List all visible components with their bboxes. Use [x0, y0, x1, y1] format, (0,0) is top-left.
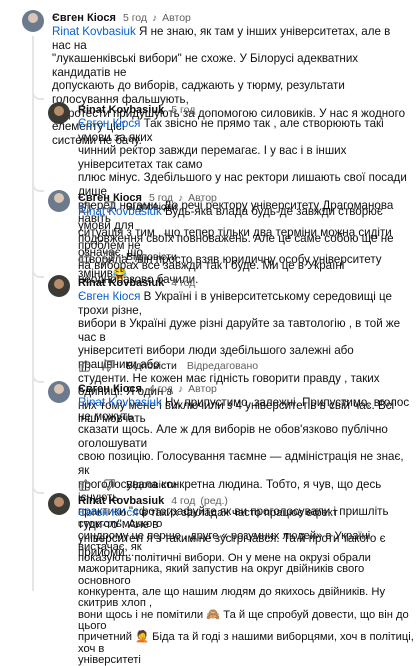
author-badge: Автор — [188, 383, 217, 395]
comment-text-line: сказати щось. Але ж для виборів не обов'… — [78, 423, 388, 450]
comment-time[interactable]: 4 год — [171, 277, 195, 289]
comment-author[interactable]: Rinat Kovbasiuk — [78, 277, 164, 289]
pin-icon: ♪ — [178, 193, 184, 204]
comment-time[interactable]: 5 год — [123, 12, 147, 24]
comment-time[interactable]: 5 год — [149, 192, 173, 204]
avatar[interactable] — [48, 493, 70, 515]
like-icon[interactable] — [78, 478, 92, 492]
comment-text-line: вибори в Україні дуже різні даруйте за т… — [78, 317, 401, 344]
comment-text-line: конкурента, але що нашим людям до якихос… — [78, 586, 386, 610]
dislike-icon[interactable] — [102, 478, 116, 492]
dislike-icon[interactable] — [102, 250, 116, 264]
comment-text-line: допускають до виборів, саджають у тюрму,… — [52, 79, 345, 106]
reply-button[interactable]: Відповісти — [126, 360, 177, 372]
reply-button[interactable]: Відповісти — [126, 479, 177, 491]
like-icon[interactable] — [78, 250, 92, 264]
edited-badge: (ред.) — [200, 495, 228, 507]
mention-link[interactable]: Євген Кіося — [78, 290, 140, 303]
avatar[interactable] — [48, 275, 70, 297]
mention-link[interactable]: Rinat Kovbasiuk — [78, 205, 162, 218]
pin-icon: ♪ — [178, 384, 184, 395]
avatar[interactable] — [22, 10, 44, 32]
like-icon[interactable] — [78, 359, 92, 373]
comment-time[interactable]: 4 год — [149, 383, 173, 395]
thread-branch — [32, 367, 44, 383]
comment-text-line: вони щось і не помітили 🙈 Та й ще спробу… — [78, 608, 409, 632]
comment-text-line: синдрому це перше , друге « розумних люд… — [78, 529, 371, 553]
avatar[interactable] — [48, 102, 70, 124]
comment-text-line: мажоритарника, який запустив на округ дв… — [78, 563, 365, 587]
thread-line — [32, 36, 34, 591]
thread-branch — [32, 176, 44, 192]
author-badge: Автор — [188, 192, 217, 204]
comment-author[interactable]: Rinat Kovbasiuk — [78, 495, 164, 507]
mention-link[interactable]: Rinat Kovbasiuk — [78, 396, 162, 409]
thread-branch — [32, 262, 44, 278]
comment-author[interactable]: Євген Кіося — [52, 12, 116, 24]
comment-text-line: чинний ректор завжди перемагає. І у вас … — [78, 144, 347, 171]
mention-link[interactable]: Євген Кіося — [78, 507, 138, 519]
comment-text-line: свою позицію. Голосування таємне — адмін… — [78, 450, 404, 477]
mention-link[interactable]: Євген Кіося — [78, 117, 140, 130]
avatar[interactable] — [48, 190, 70, 212]
comment-text-line: "лукашенківські вибори" не схоже. У Біло… — [52, 52, 359, 79]
author-badge: Автор — [162, 12, 191, 24]
edited-label: Відредаговано — [186, 360, 259, 372]
thread-branch — [32, 84, 44, 100]
dislike-icon[interactable] — [102, 359, 116, 373]
comment-author[interactable]: Rinat Kovbasiuk — [78, 104, 164, 116]
pin-icon: ♪ — [152, 13, 158, 24]
comment-time[interactable]: 5 год — [171, 104, 195, 116]
comment-text-line: причетний 🤦 Біда та й годі з нашими вибо… — [78, 631, 414, 655]
comment-time[interactable]: 4 год — [171, 495, 195, 507]
comment-text-line: університеті — [78, 653, 141, 666]
comment-author[interactable]: Євген Кіося — [78, 383, 142, 395]
comment-author[interactable]: Євген Кіося — [78, 192, 142, 204]
thread-branch — [32, 478, 44, 494]
reply-button[interactable]: Відповісти — [126, 251, 177, 263]
avatar[interactable] — [48, 381, 70, 403]
mention-link[interactable]: Rinat Kovbasiuk — [52, 25, 136, 38]
